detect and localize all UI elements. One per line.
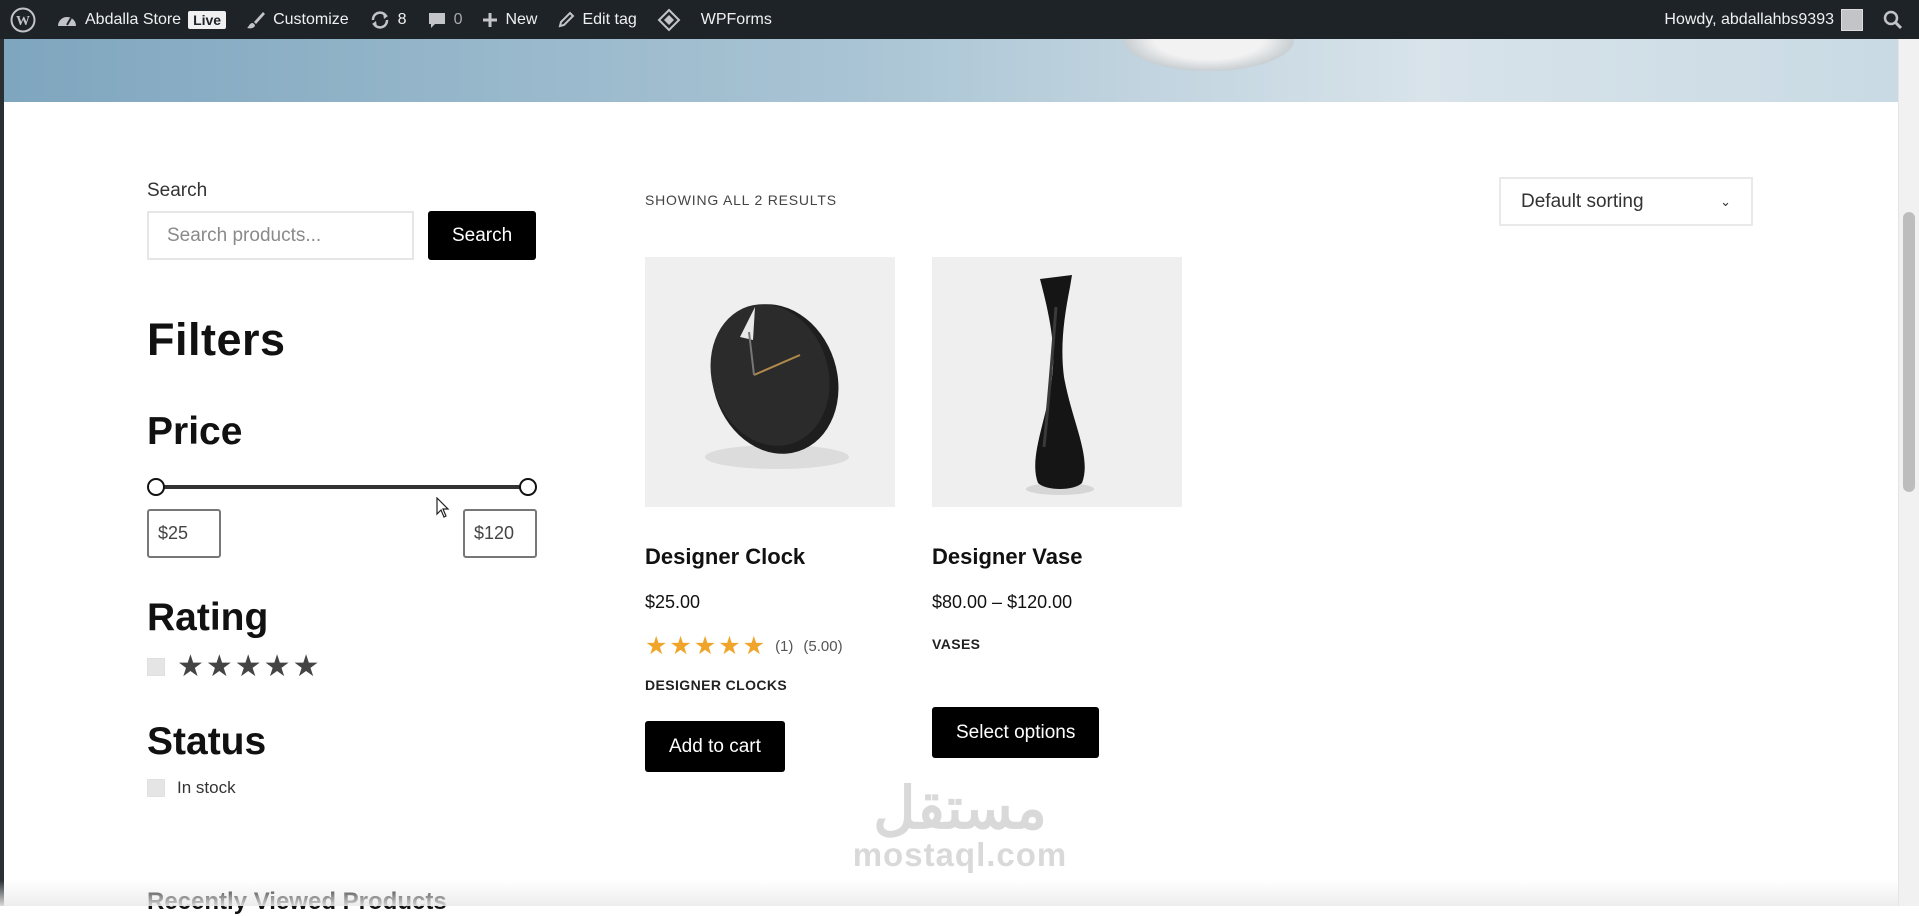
price-range-slider[interactable] xyxy=(147,476,537,498)
price-min-handle[interactable] xyxy=(147,478,165,496)
vase-image xyxy=(1026,275,1094,495)
price-max-input[interactable]: $120 xyxy=(463,509,537,558)
edit-tag-link[interactable]: Edit tag xyxy=(547,0,646,39)
comments-link[interactable]: 0 xyxy=(417,0,473,39)
howdy-text: Howdy, abdallahbs9393 xyxy=(1664,10,1834,28)
product-card: Designer Clock $25.00 ★★★★★ (1) (5.00) D… xyxy=(645,257,895,772)
wpforms-menu[interactable]: WPForms xyxy=(691,0,782,39)
hero-product-image xyxy=(1124,39,1294,71)
price-heading: Price xyxy=(147,410,243,453)
product-image-clock[interactable] xyxy=(645,257,895,507)
product-image-vase[interactable] xyxy=(932,257,1182,507)
wpforms-label: WPForms xyxy=(700,10,772,28)
wpforms-icon xyxy=(657,8,681,31)
product-name[interactable]: Designer Vase xyxy=(932,544,1182,570)
price-min-input[interactable]: $25 xyxy=(147,509,221,558)
product-search-input[interactable] xyxy=(147,211,414,260)
status-heading: Status xyxy=(147,720,267,763)
updates-count: 8 xyxy=(397,10,407,28)
svg-text:W: W xyxy=(16,14,30,29)
results-count: SHOWING ALL 2 RESULTS xyxy=(645,192,837,208)
product-category[interactable]: VASES xyxy=(932,636,1182,652)
customize-link[interactable]: Customize xyxy=(236,0,359,39)
sorting-select[interactable]: Default sorting ⌄ xyxy=(1499,177,1753,226)
product-card: Designer Vase $80.00 – $120.00 VASES Sel… xyxy=(932,257,1182,758)
new-content-menu[interactable]: New xyxy=(472,0,547,39)
review-count: (1) xyxy=(775,638,794,655)
search-button[interactable]: Search xyxy=(428,211,537,260)
product-price: $80.00 – $120.00 xyxy=(932,592,1073,612)
hero-banner-image xyxy=(4,39,1898,102)
chevron-down-icon: ⌄ xyxy=(1720,193,1731,209)
scrollbar-thumb[interactable] xyxy=(1903,212,1915,492)
rating-heading: Rating xyxy=(147,596,269,639)
dashboard-icon xyxy=(58,16,76,26)
wordpress-logo-button[interactable]: W xyxy=(0,0,46,39)
shop-sidebar: Search Search Filters Price $25 $120 Rat… xyxy=(147,180,537,798)
in-stock-checkbox[interactable] xyxy=(147,779,165,797)
new-label: New xyxy=(505,10,538,28)
admin-bar: W Abdalla Store Live Customize 8 0 New E… xyxy=(0,0,1919,39)
wordpress-logo-icon: W xyxy=(10,7,36,32)
rating-value: (5.00) xyxy=(803,638,843,655)
product-category[interactable]: DESIGNER CLOCKS xyxy=(645,677,895,693)
bottom-shadow xyxy=(0,880,1898,906)
comment-icon xyxy=(428,12,445,28)
rating-filter-option[interactable]: ★★★★★ xyxy=(147,652,537,682)
my-account-menu[interactable]: Howdy, abdallahbs9393 xyxy=(1654,0,1873,39)
clock-image xyxy=(705,304,849,469)
search-icon xyxy=(1883,10,1903,29)
live-badge: Live xyxy=(188,10,227,29)
wpforms-icon-button[interactable] xyxy=(647,0,691,39)
admin-search-button[interactable] xyxy=(1873,0,1919,39)
updates-link[interactable]: 8 xyxy=(359,0,417,39)
add-to-cart-button[interactable]: Add to cart xyxy=(645,721,785,772)
five-stars-icon: ★★★★★ xyxy=(177,650,322,683)
in-stock-filter-option[interactable]: In stock xyxy=(147,778,537,798)
plus-icon xyxy=(483,12,498,27)
site-name: Abdalla Store xyxy=(85,10,182,28)
edit-tag-label: Edit tag xyxy=(582,10,637,28)
avatar xyxy=(1841,8,1863,31)
in-stock-label: In stock xyxy=(177,778,236,797)
filters-heading: Filters xyxy=(147,314,286,365)
watermark-logo: مستقل mostaql.com xyxy=(840,780,1080,874)
brush-icon xyxy=(247,11,266,28)
product-rating: ★★★★★ (1) (5.00) xyxy=(645,634,895,659)
refresh-icon xyxy=(371,10,388,29)
window-left-edge xyxy=(0,39,4,906)
product-price: $25.00 xyxy=(645,592,701,612)
search-label: Search xyxy=(147,180,208,201)
site-name-menu[interactable]: Abdalla Store Live xyxy=(46,0,236,39)
pencil-icon xyxy=(559,11,575,27)
price-max-handle[interactable] xyxy=(519,478,537,496)
product-name[interactable]: Designer Clock xyxy=(645,544,895,570)
mouse-cursor-icon xyxy=(436,497,450,518)
watermark-latin: mostaql.com xyxy=(852,836,1068,873)
watermark-arabic: مستقل xyxy=(873,776,1047,841)
comments-count: 0 xyxy=(453,10,463,28)
rating-checkbox[interactable] xyxy=(147,658,165,676)
sorting-selected-value: Default sorting xyxy=(1521,190,1644,212)
rating-stars-icon: ★★★★★ xyxy=(645,632,768,660)
select-options-button[interactable]: Select options xyxy=(932,707,1100,758)
price-slider-track xyxy=(153,485,531,489)
customize-label: Customize xyxy=(273,10,349,28)
